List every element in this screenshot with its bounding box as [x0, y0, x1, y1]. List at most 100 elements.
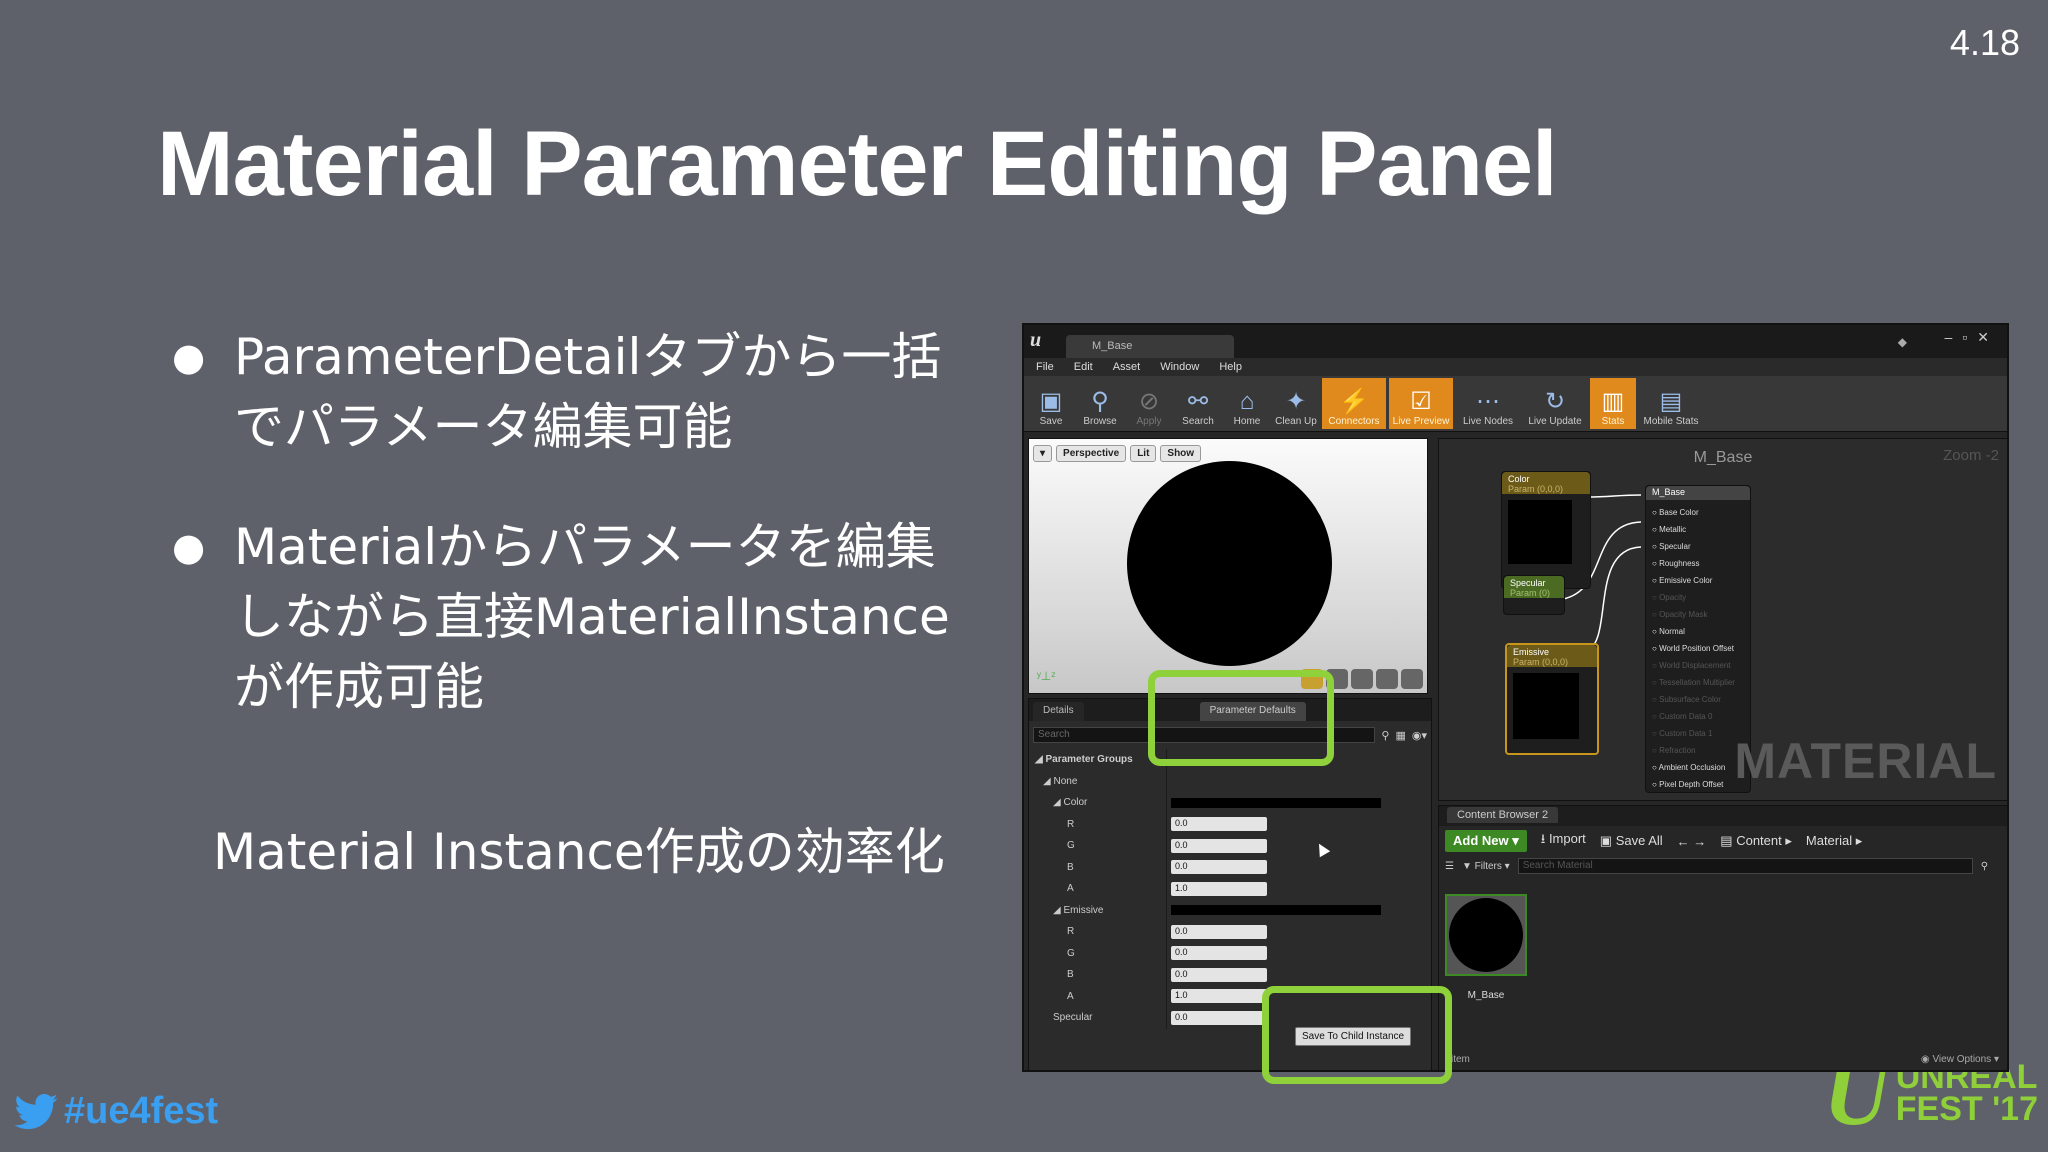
- highlight-parameter-defaults-tab: [1148, 670, 1334, 766]
- asset-tile[interactable]: M_Base: [1445, 894, 1527, 1001]
- save-all-label: Save All: [1615, 833, 1663, 848]
- sources-toggle-icon[interactable]: ☰: [1445, 861, 1454, 872]
- emissive-param-node[interactable]: Emissive Param (0,0,0): [1505, 643, 1599, 755]
- row-label: ◢ Color: [1053, 797, 1088, 809]
- row-text: Color: [1063, 797, 1088, 809]
- path-content[interactable]: ▤ Content ▸: [1720, 833, 1792, 849]
- material-graph[interactable]: M_Base Zoom -2 Color Param (0,0,0) Specu…: [1438, 438, 2007, 801]
- pin-world-position-offset[interactable]: World Position Offset: [1652, 640, 1744, 657]
- eye-icon[interactable]: ◉▾: [1412, 729, 1427, 742]
- import-button[interactable]: ⭳ Import: [1541, 830, 1586, 852]
- save-button[interactable]: ▣ Save: [1028, 378, 1074, 429]
- plane-shape-icon[interactable]: [1351, 669, 1373, 689]
- pin-pixel-depth-offset[interactable]: Pixel Depth Offset: [1652, 776, 1744, 793]
- row-label: G: [1067, 947, 1075, 959]
- home-button[interactable]: ⌂ Home: [1224, 378, 1270, 429]
- save-all-button[interactable]: ▣ Save All: [1600, 833, 1663, 849]
- tab-details[interactable]: Details: [1033, 702, 1084, 721]
- connectors-button[interactable]: ⚡ Connectors: [1322, 378, 1386, 429]
- search-button[interactable]: ⚯ Search: [1175, 378, 1221, 429]
- asset-sphere: [1449, 898, 1523, 972]
- browse-button[interactable]: ⚲ Browse: [1077, 378, 1123, 429]
- highlight-save-to-child-button: [1262, 986, 1452, 1084]
- add-new-button[interactable]: Add New ▾: [1445, 830, 1527, 852]
- node-title: Color: [1508, 474, 1530, 484]
- asset-tab-label: M_Base: [1092, 340, 1133, 352]
- apply-button[interactable]: ⊘ Apply: [1126, 378, 1172, 429]
- preview-viewport[interactable]: ▾ Perspective Lit Show ʸ⊥ᶻ: [1028, 438, 1428, 694]
- live-preview-button[interactable]: ☑ Live Preview: [1389, 378, 1453, 429]
- pin-specular[interactable]: Specular: [1652, 538, 1744, 555]
- live-nodes-label: Live Nodes: [1462, 416, 1514, 427]
- content-search-input[interactable]: Search Material: [1517, 858, 1973, 874]
- history-arrows-icon[interactable]: ← →: [1677, 834, 1707, 849]
- home-label: Home: [1233, 416, 1261, 427]
- row-label: B: [1067, 969, 1074, 981]
- browse-icon: ⚲: [1091, 388, 1109, 415]
- save-label: Save: [1039, 416, 1063, 427]
- pin-base-color[interactable]: Base Color: [1652, 504, 1744, 521]
- menu-bar: File Edit Asset Window Help: [1024, 358, 2007, 376]
- clean-up-button[interactable]: ✦ Clean Up: [1273, 378, 1319, 429]
- emissive-a-input[interactable]: 1.0: [1171, 989, 1267, 1004]
- emissive-b-input[interactable]: 0.0: [1171, 967, 1267, 982]
- color-preview-bar[interactable]: [1171, 797, 1381, 808]
- lit-button[interactable]: Lit: [1130, 445, 1157, 462]
- row-label: ◢ None: [1043, 775, 1078, 787]
- perspective-button[interactable]: Perspective: [1056, 445, 1127, 462]
- pin-roughness[interactable]: Roughness: [1652, 555, 1744, 572]
- row-label: ◢ Parameter Groups: [1035, 754, 1133, 766]
- mesh-shape-icon[interactable]: [1401, 669, 1423, 689]
- color-param-row[interactable]: ◢ Color: [1029, 792, 1431, 814]
- content-browser-tab[interactable]: Content Browser 2: [1439, 806, 2007, 826]
- bullet-text: ParameterDetailタブから一括 でパラメータ編集可能: [234, 328, 942, 456]
- cube-shape-icon[interactable]: [1376, 669, 1398, 689]
- row-label: B: [1067, 861, 1074, 873]
- path-material[interactable]: Material ▸: [1806, 833, 1862, 849]
- show-button[interactable]: Show: [1160, 445, 1202, 462]
- specular-input[interactable]: 0.0: [1171, 1010, 1267, 1025]
- node-header: Specular Param (0): [1504, 576, 1564, 598]
- emissive-preview-bar[interactable]: [1171, 905, 1381, 916]
- menu-help[interactable]: Help: [1219, 361, 1242, 373]
- node-subtitle: Param (0,0,0): [1513, 657, 1569, 667]
- emissive-r-input[interactable]: 0.0: [1171, 924, 1267, 939]
- pin-metallic[interactable]: Metallic: [1652, 521, 1744, 538]
- row-label: A: [1067, 990, 1074, 1002]
- path-material-label: Material: [1805, 833, 1853, 848]
- group-none-row[interactable]: ◢ None: [1029, 771, 1431, 793]
- specular-param-node[interactable]: Specular Param (0): [1503, 575, 1565, 615]
- color-r-row: R 0.0: [1029, 814, 1431, 836]
- color-r-input[interactable]: 0.0: [1171, 817, 1267, 832]
- browse-label: Browse: [1083, 416, 1117, 427]
- stats-button[interactable]: ▥ Stats: [1590, 378, 1636, 429]
- mobile-stats-button[interactable]: ▤ Mobile Stats: [1639, 378, 1703, 429]
- viewport-menu-button[interactable]: ▾: [1033, 445, 1053, 462]
- add-new-label: Add New: [1453, 833, 1509, 848]
- live-update-button[interactable]: ↻ Live Update: [1523, 378, 1587, 429]
- filters-button[interactable]: ▼ Filters ▾: [1462, 861, 1510, 872]
- pin-icon[interactable]: ◆: [1898, 335, 1907, 349]
- view-options-button[interactable]: ◉ View Options ▾: [1921, 1054, 1999, 1065]
- color-param-node[interactable]: Color Param (0,0,0): [1501, 471, 1591, 589]
- emissive-param-row[interactable]: ◢ Emissive: [1029, 900, 1431, 922]
- live-nodes-button[interactable]: ⋯ Live Nodes: [1456, 378, 1520, 429]
- window-buttons[interactable]: –▫✕: [1945, 329, 1999, 346]
- menu-file[interactable]: File: [1036, 361, 1054, 373]
- menu-edit[interactable]: Edit: [1074, 361, 1093, 373]
- pin-ambient-occlusion[interactable]: Ambient Occlusion: [1652, 759, 1744, 776]
- color-a-input[interactable]: 1.0: [1171, 881, 1267, 896]
- menu-window[interactable]: Window: [1160, 361, 1199, 373]
- grid-view-icon[interactable]: ▦: [1395, 729, 1405, 742]
- color-b-input[interactable]: 0.0: [1171, 860, 1267, 875]
- menu-asset[interactable]: Asset: [1113, 361, 1141, 373]
- pin-normal[interactable]: Normal: [1652, 623, 1744, 640]
- content-toolbar: Add New ▾ ⭳ Import ▣ Save All ← → ▤ Cont…: [1439, 826, 2007, 856]
- node-subtitle: Param (0,0,0): [1508, 484, 1564, 494]
- pin-emissive-color[interactable]: Emissive Color: [1652, 572, 1744, 589]
- asset-tab[interactable]: M_Base: [1066, 335, 1234, 358]
- color-g-input[interactable]: 0.0: [1171, 838, 1267, 853]
- emissive-g-input[interactable]: 0.0: [1171, 946, 1267, 961]
- clean-up-label: Clean Up: [1275, 416, 1317, 427]
- row-label: Specular: [1053, 1012, 1093, 1024]
